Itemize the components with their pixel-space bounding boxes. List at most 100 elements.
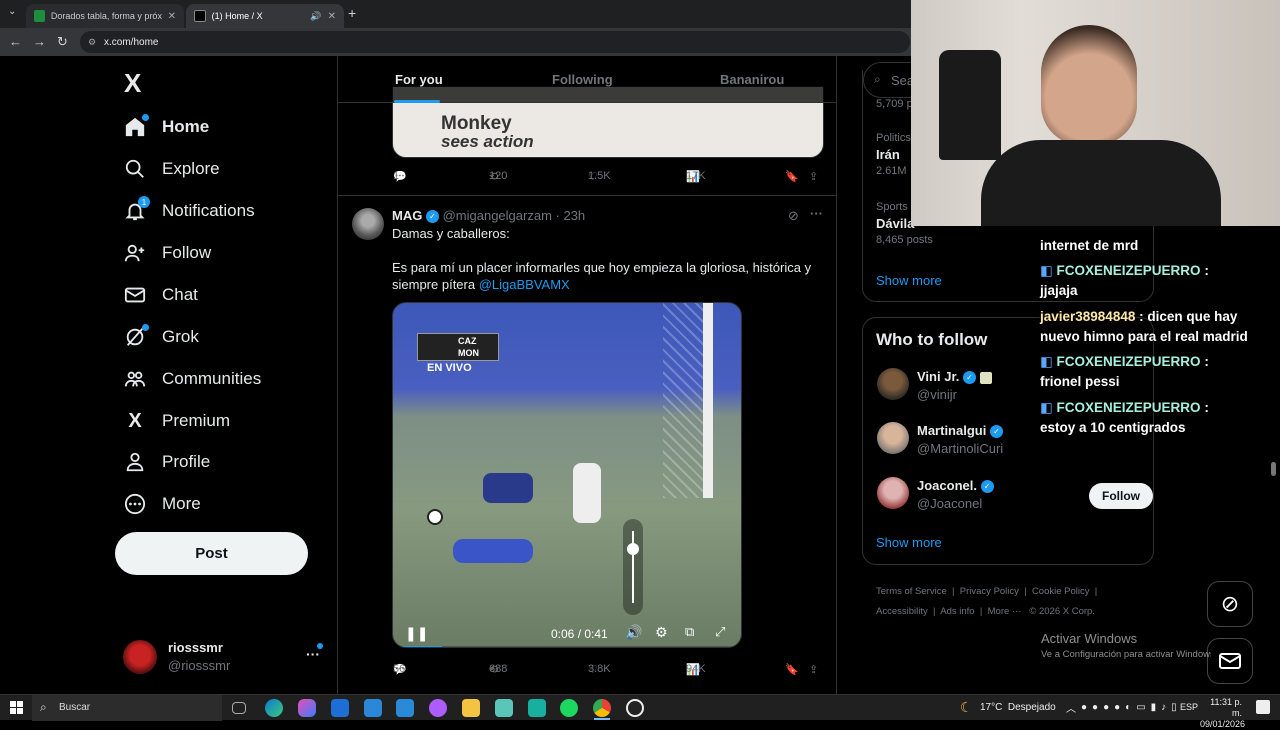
windows-start-icon[interactable] [10, 701, 23, 714]
watermark-sub: Ve a Configuración para activar Windows [1041, 649, 1211, 660]
tab-list-button[interactable]: ⌄ [8, 6, 16, 17]
mention-link[interactable]: @LigaBBVAMX [479, 277, 570, 292]
close-tab-icon[interactable]: ✕ [328, 11, 336, 22]
sidebar-item-profile[interactable]: Profile [124, 446, 210, 478]
tweet-avatar[interactable] [352, 208, 384, 240]
forward-icon[interactable]: → [33, 34, 46, 49]
new-tab-button[interactable]: + [348, 5, 356, 21]
show-more-link[interactable]: Show more [876, 273, 942, 288]
tweet-author-handle[interactable]: @migangelgarzam [443, 208, 552, 223]
edge-icon[interactable] [265, 699, 283, 717]
grok-float-button[interactable]: ⊘ [1207, 581, 1253, 627]
footer-link[interactable]: Accessibility [876, 606, 928, 617]
vscode-icon[interactable] [396, 699, 414, 717]
weather-text[interactable]: 17°C Despejado [980, 702, 1056, 713]
clock[interactable]: 11:31 p. m. 09/01/2026 [1200, 697, 1245, 730]
sidebar-item-grok[interactable]: Grok [124, 321, 199, 353]
chrome-icon[interactable] [593, 699, 611, 717]
fullscreen-icon[interactable]: ⤢ [715, 624, 725, 640]
suggestion-name-row: Martinalgui ✓ [917, 423, 1003, 439]
sidebar-item-premium[interactable]: X Premium [124, 405, 230, 437]
follow-button[interactable]: Follow [1089, 483, 1153, 509]
tweet-more-icon[interactable]: ··· [810, 206, 823, 221]
post-button[interactable]: Post [115, 532, 308, 575]
messages-float-button[interactable] [1207, 638, 1253, 684]
taskbar-search-input[interactable]: ⌕ Buscar [32, 695, 222, 721]
sidebar-item-home[interactable]: Home [124, 111, 209, 143]
grok-icon[interactable]: ⊘ [788, 208, 799, 224]
close-tab-icon[interactable]: ✕ [168, 11, 176, 22]
language-indicator[interactable]: ESP [1180, 702, 1198, 712]
person-head [1041, 25, 1137, 145]
volume-slider[interactable] [623, 519, 643, 615]
audio-icon[interactable]: 🔊 [310, 11, 321, 22]
pause-icon[interactable]: ❚❚ [405, 625, 428, 642]
folder-icon[interactable] [462, 699, 480, 717]
sidebar-item-chat[interactable]: Chat [124, 279, 198, 311]
spotify-icon[interactable] [560, 699, 578, 717]
share-icon[interactable]: ⇪ [809, 663, 818, 676]
bell-icon: 1 [124, 196, 150, 222]
sidebar-item-follow[interactable]: Follow [124, 237, 211, 269]
settings-icon[interactable]: ⚙ [655, 624, 668, 641]
tab-for-you[interactable]: For you [395, 72, 443, 87]
volume-thumb[interactable] [627, 543, 639, 555]
tab-bananirou[interactable]: Bananirou [720, 72, 784, 87]
sidebar-item-label: Profile [162, 452, 211, 471]
video-progress[interactable] [393, 646, 741, 647]
footer-link[interactable]: More ··· [988, 606, 1022, 617]
search-icon [124, 158, 146, 180]
account-handle: @riosssmr [168, 658, 231, 673]
calendar-icon[interactable] [364, 699, 382, 717]
scrollbar[interactable] [1271, 462, 1276, 476]
footer-link[interactable]: Ads info [940, 606, 974, 617]
chat-username: javier38984848 [1040, 309, 1136, 324]
ball [427, 509, 443, 525]
follow-suggestion[interactable]: Joaconel. ✓ @Joaconel Follow [877, 475, 1153, 515]
tweet-author-name[interactable]: MAG [392, 208, 422, 223]
notifications-tray-icon[interactable] [1256, 700, 1270, 714]
chat-message: ◧ FCOXENEIZEPUERRO : jjajaja [1040, 263, 1209, 298]
back-icon[interactable]: ← [9, 34, 22, 49]
pip-icon[interactable]: ⧉ [685, 624, 694, 640]
sidebar-item-communities[interactable]: Communities [124, 363, 261, 395]
repost-count: 688 [489, 663, 508, 675]
browser-tab-active[interactable]: (1) Home / X 🔊 ✕ [186, 4, 344, 28]
task-view-icon[interactable] [232, 702, 246, 714]
share-icon[interactable]: ⇪ [809, 170, 818, 183]
store-icon[interactable] [331, 699, 349, 717]
tweet-time[interactable]: · 23h [556, 208, 586, 223]
volume-icon[interactable]: 🔊 [625, 624, 642, 641]
obs-icon[interactable] [626, 699, 644, 717]
x-logo-icon[interactable]: X [124, 68, 141, 99]
player-figure [453, 539, 533, 563]
sidebar-item-explore[interactable]: Explore [124, 153, 220, 185]
footer-link[interactable]: Privacy Policy [960, 586, 1019, 597]
chat-message: ◧ FCOXENEIZEPUERRO : frionel pessi [1040, 354, 1209, 389]
browser-icon[interactable] [429, 699, 447, 717]
app-icon[interactable] [495, 699, 513, 717]
footer-link[interactable]: Cookie Policy [1032, 586, 1090, 597]
weather-icon[interactable]: ☾ [960, 699, 973, 716]
copilot-icon[interactable] [298, 699, 316, 717]
app-icon[interactable] [528, 699, 546, 717]
footer-link[interactable]: Terms of Service [876, 586, 947, 597]
live-label: EN VIVO [427, 362, 472, 374]
account-switcher[interactable]: riosssmr @riosssmr ··· [123, 638, 323, 676]
sidebar-item-notifications[interactable]: 1 Notifications [124, 195, 255, 227]
show-more-link[interactable]: Show more [876, 535, 942, 550]
tab-following[interactable]: Following [552, 72, 613, 87]
video-controls: ❚❚ 0:06 / 0:41 🔊 ⚙ ⧉ ⤢ [393, 619, 741, 647]
url-text: x.com/home [104, 36, 159, 48]
bookmark-icon[interactable]: 🔖 [785, 663, 799, 676]
sidebar-item-more[interactable]: More [124, 488, 201, 520]
url-input[interactable]: ⚙ x.com/home [80, 31, 910, 53]
verified-icon: ✓ [989, 425, 1003, 439]
bookmark-icon[interactable]: 🔖 [785, 170, 799, 183]
reload-icon[interactable]: ↻ [57, 34, 68, 50]
browser-tab[interactable]: Dorados tabla, forma y próxim ✕ [26, 4, 184, 28]
suggestion-name: Vini Jr. [917, 369, 960, 384]
tray-chevron-icon[interactable]: ︿ [1066, 700, 1076, 715]
site-info-icon[interactable]: ⚙ [88, 37, 96, 48]
video-player[interactable]: CAZ MON EN VIVO ❚❚ 0:06 / 0:41 🔊 ⚙ ⧉ ⤢ [392, 302, 742, 648]
